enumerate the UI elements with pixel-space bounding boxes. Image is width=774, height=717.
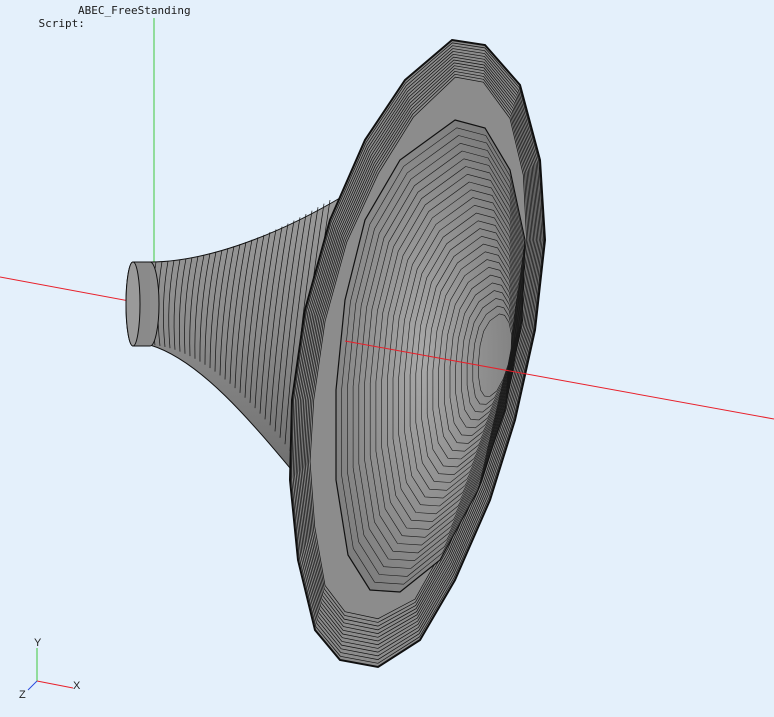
triad-y-label: Y (34, 637, 42, 649)
orientation-triad: Y X Z (19, 637, 81, 701)
triad-z-label: Z (19, 689, 26, 701)
triad-x-label: X (73, 680, 81, 692)
scene-svg: Y X Z (0, 18, 774, 701)
triad-z-axis (27, 680, 38, 691)
horn-mouth (288, 38, 547, 669)
script-info: Script: ABEC_FreeStanding (12, 4, 191, 56)
throat-mount (125, 261, 160, 347)
script-label: Script: (38, 17, 85, 30)
3d-viewport[interactable]: Y X Z Script: ABEC_FreeStanding (0, 0, 774, 717)
triad-x-axis (36, 680, 74, 689)
script-name: ABEC_FreeStanding (78, 4, 191, 17)
